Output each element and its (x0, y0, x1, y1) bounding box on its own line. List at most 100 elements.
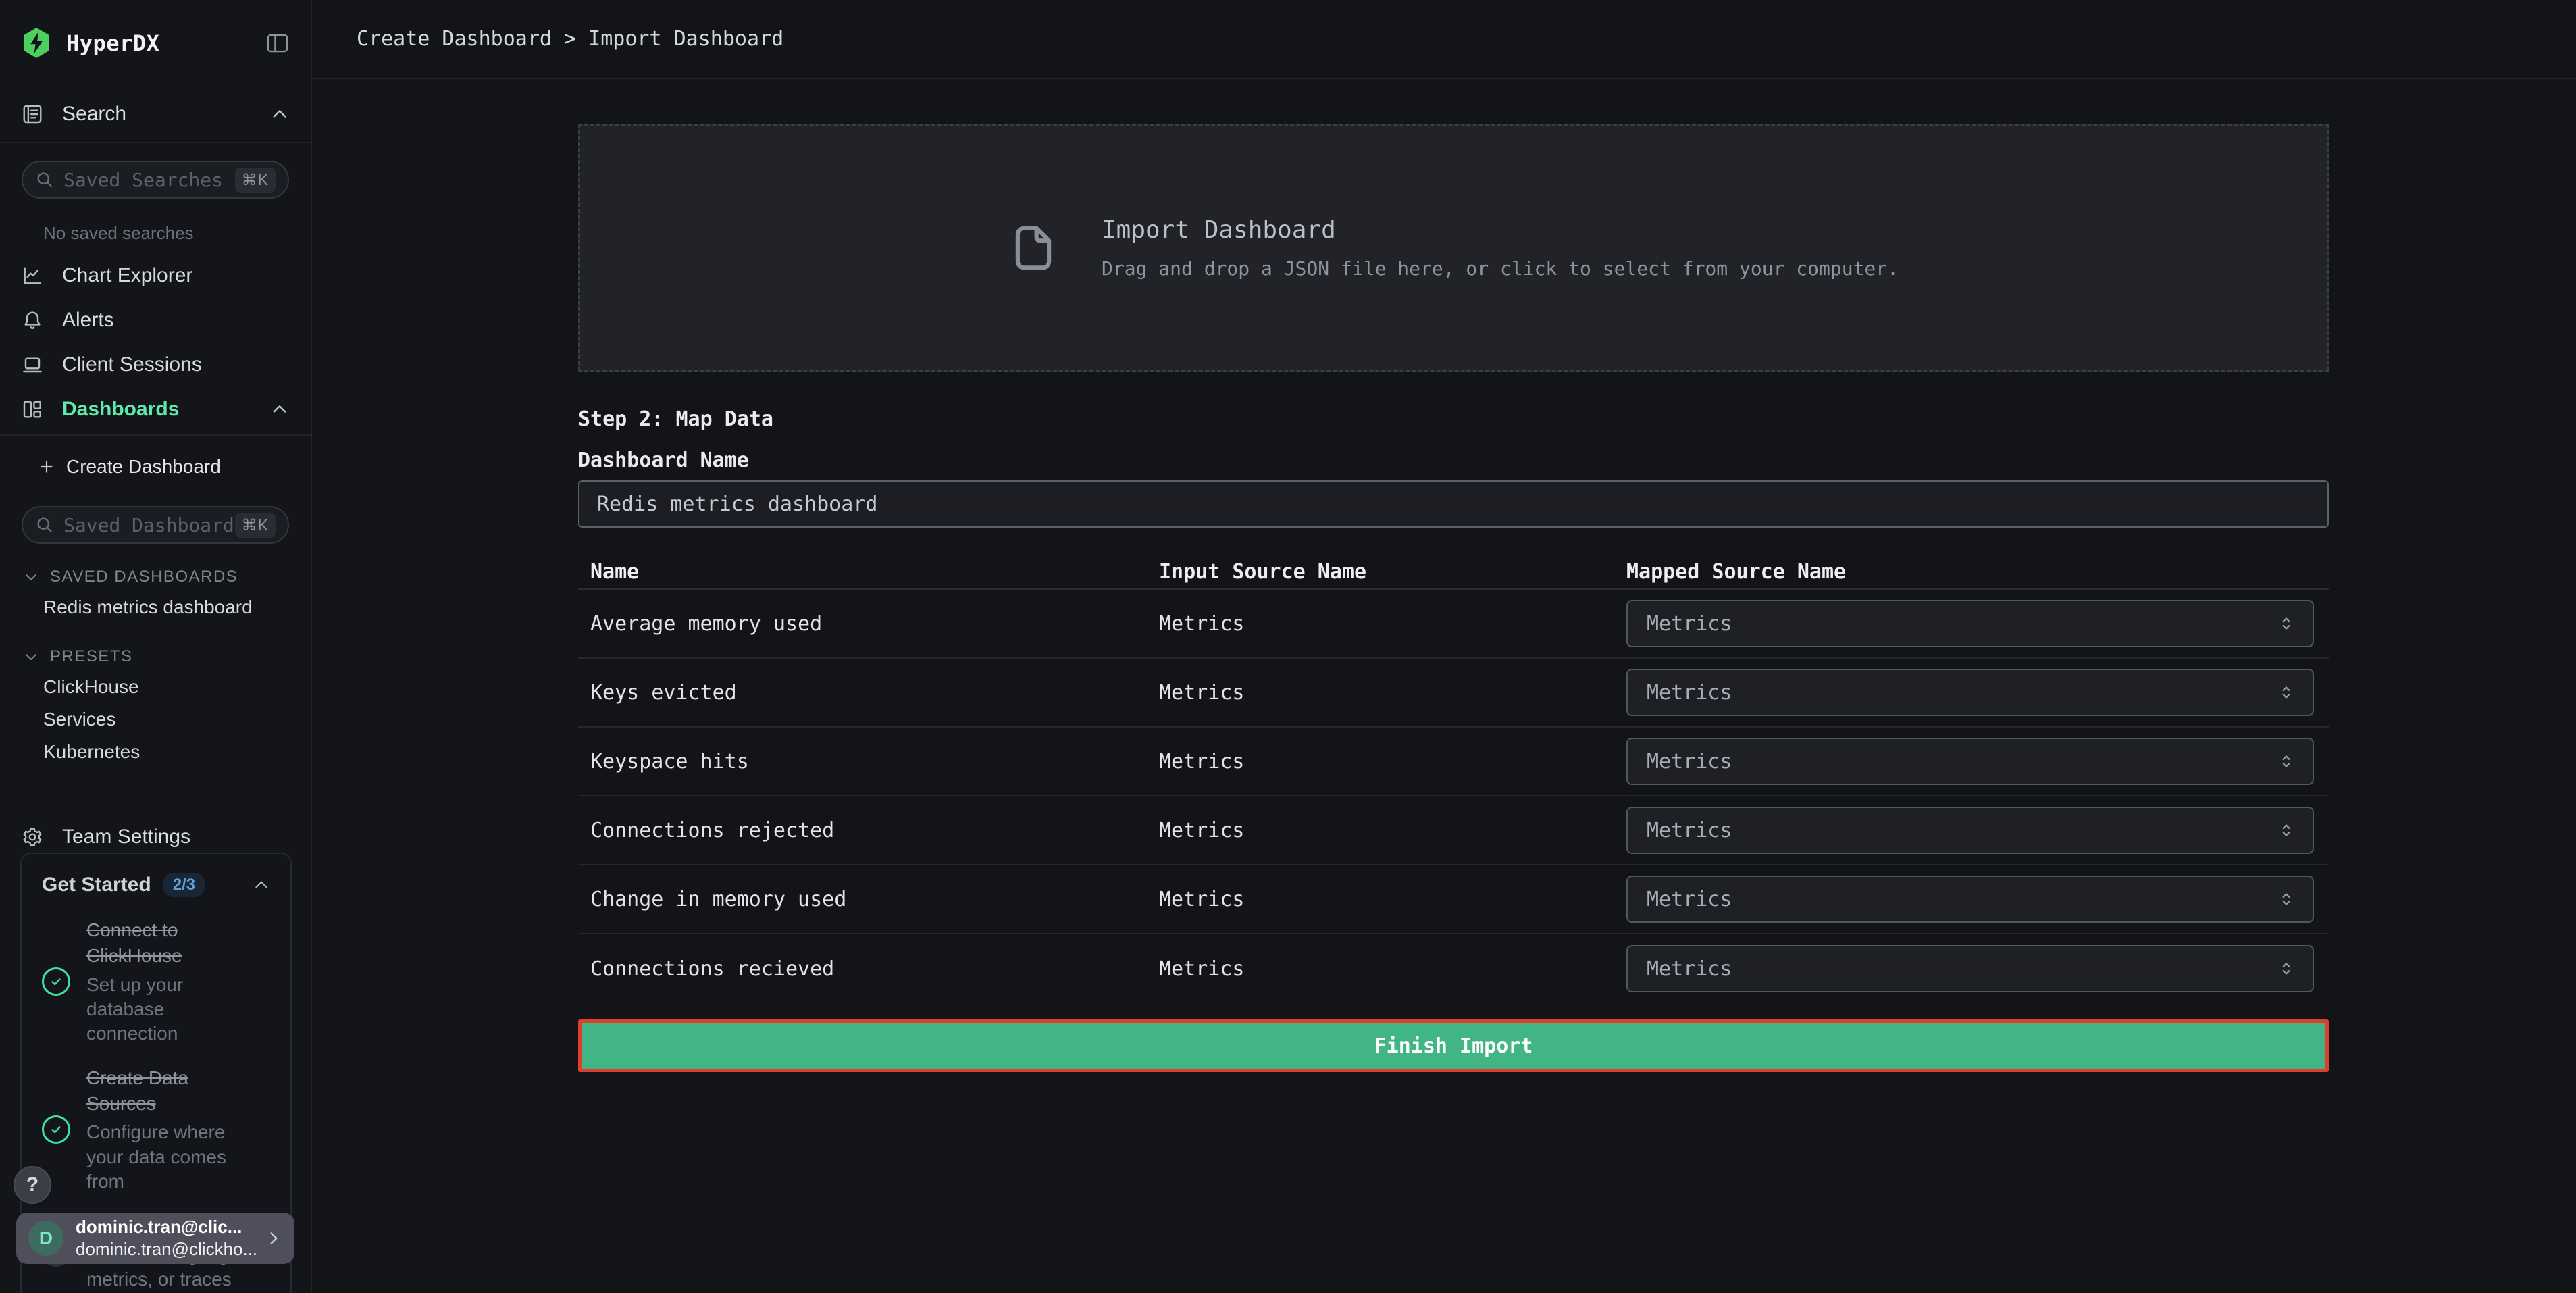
sidebar-item-chart-explorer[interactable]: Chart Explorer (0, 253, 311, 298)
nav-label: Client Sessions (62, 353, 202, 376)
table-row: Keys evicted Metrics Metrics (578, 659, 2329, 728)
bell-icon (22, 309, 43, 331)
sidebar-item-client-sessions[interactable]: Client Sessions (0, 343, 311, 387)
sidebar-nav: Chart Explorer Alerts Client Sessions Da… (0, 253, 311, 436)
item-subtitle: Set up your database connection (86, 973, 243, 1046)
presets-header[interactable]: PRESETS (0, 642, 311, 671)
select-chevrons-icon (2276, 611, 2296, 636)
select-chevrons-icon (2276, 749, 2296, 774)
layout-grid-icon (22, 399, 43, 420)
cell-input-source: Metrics (1159, 819, 1626, 842)
mapped-source-select[interactable]: Metrics (1626, 807, 2314, 854)
item-text: Connect to ClickHouse Set up your databa… (86, 917, 270, 1046)
saved-dashboards-header[interactable]: SAVED DASHBOARDS (0, 563, 311, 591)
mapped-source-select[interactable]: Metrics (1626, 945, 2314, 992)
select-value: Metrics (1647, 750, 2276, 774)
chevron-right-icon (265, 1229, 282, 1247)
cell-input-source: Metrics (1159, 681, 1626, 705)
sidebar-item-services-preset[interactable]: Services (0, 703, 311, 736)
mapped-source-select[interactable]: Metrics (1626, 876, 2314, 923)
nav-label: Dashboards (62, 398, 179, 421)
sidebar-item-redis-metrics-dashboard[interactable]: Redis metrics dashboard (0, 591, 311, 624)
cell-input-source: Metrics (1159, 957, 1626, 981)
mapped-source-select[interactable]: Metrics (1626, 738, 2314, 785)
table-row: Keyspace hits Metrics Metrics (578, 728, 2329, 796)
table-row: Change in memory used Metrics Metrics (578, 865, 2329, 934)
column-header-name: Name (578, 560, 1159, 584)
user-menu[interactable]: D dominic.tran@clic... dominic.tran@clic… (16, 1213, 294, 1264)
search-icon (35, 170, 54, 189)
dashboard-name-input[interactable] (578, 480, 2329, 528)
finish-import-button[interactable]: Finish Import (578, 1019, 2329, 1072)
saved-dashboards-input[interactable]: ⌘K (22, 506, 289, 544)
sidebar-item-clickhouse-preset[interactable]: ClickHouse (0, 671, 311, 703)
cell-name: Keyspace hits (578, 750, 1159, 774)
cell-name: Average memory used (578, 612, 1159, 636)
user-info: dominic.tran@clic... dominic.tran@clickh… (76, 1217, 265, 1260)
search-section-label: Search (62, 103, 126, 126)
table-row: Average memory used Metrics Metrics (578, 590, 2329, 659)
select-chevrons-icon (2276, 817, 2296, 843)
sidebar-item-kubernetes-preset[interactable]: Kubernetes (0, 736, 311, 768)
sidebar-item-alerts[interactable]: Alerts (0, 298, 311, 343)
step-title: Step 2: Map Data (578, 407, 2329, 431)
select-chevrons-icon (2276, 886, 2296, 912)
topbar: Create Dashboard > Import Dashboard (312, 0, 2576, 79)
mapped-source-select[interactable]: Metrics (1626, 600, 2314, 647)
user-email: dominic.tran@clickho... (76, 1239, 265, 1260)
create-dashboard-label: Create Dashboard (66, 456, 221, 478)
file-icon (1008, 217, 1058, 279)
get-started-item-connect[interactable]: Connect to ClickHouse Set up your databa… (42, 917, 270, 1046)
item-title: Create Data Sources (86, 1065, 243, 1117)
help-button[interactable]: ? (14, 1166, 51, 1204)
hyperdx-logo-icon (20, 26, 53, 60)
select-chevrons-icon (2276, 680, 2296, 705)
create-dashboard-button[interactable]: Create Dashboard (0, 445, 311, 488)
dropzone-text: Import Dashboard Drag and drop a JSON fi… (1102, 216, 1899, 280)
cell-input-source: Metrics (1159, 612, 1626, 636)
logo-row: HyperDX (0, 0, 311, 86)
sidebar-toggle-icon[interactable] (265, 32, 290, 55)
chevron-down-icon (23, 569, 39, 585)
dropzone-subtitle: Drag and drop a JSON file here, or click… (1102, 257, 1899, 280)
select-chevrons-icon (2276, 956, 2296, 982)
mapped-source-select[interactable]: Metrics (1626, 669, 2314, 716)
saved-dashboards-field[interactable] (63, 514, 235, 536)
file-dropzone[interactable]: Import Dashboard Drag and drop a JSON fi… (578, 124, 2329, 372)
get-started-header[interactable]: Get Started 2/3 (42, 871, 270, 898)
search-icon (35, 515, 54, 534)
item-text: Create Data Sources Configure where your… (86, 1065, 270, 1194)
icon-column (42, 1115, 70, 1144)
plus-icon (38, 458, 55, 476)
cell-name: Connections rejected (578, 819, 1159, 842)
dashboard-name-label: Dashboard Name (578, 449, 2329, 472)
table-row: Connections recieved Metrics Metrics (578, 934, 2329, 1003)
item-title: Connect to ClickHouse (86, 917, 243, 969)
cell-name: Change in memory used (578, 888, 1159, 911)
nav-label: Chart Explorer (62, 264, 192, 287)
saved-searches-field[interactable] (63, 169, 235, 191)
dropzone-title: Import Dashboard (1102, 216, 1899, 244)
icon-column (42, 967, 70, 996)
sidebar-section-search[interactable]: Search (0, 86, 311, 143)
chevron-up-icon[interactable] (270, 105, 289, 124)
select-value: Metrics (1647, 819, 2276, 842)
table-header-row: Name Input Source Name Mapped Source Nam… (578, 555, 2329, 590)
cell-name: Keys evicted (578, 681, 1159, 705)
chevron-down-icon (23, 649, 39, 665)
column-header-mapped-source: Mapped Source Name (1626, 560, 2329, 584)
line-chart-icon (22, 265, 43, 286)
get-started-item-data-sources[interactable]: Create Data Sources Configure where your… (42, 1065, 270, 1194)
app-root: HyperDX Search ⌘K No saved searches Char… (0, 0, 2576, 1293)
chevron-up-icon[interactable] (253, 876, 270, 894)
cell-name: Connections recieved (578, 957, 1159, 981)
saved-searches-input[interactable]: ⌘K (22, 161, 289, 199)
sidebar-item-dashboards[interactable]: Dashboards (0, 387, 311, 432)
divider (0, 434, 311, 436)
nav-label: Alerts (62, 309, 114, 332)
select-value: Metrics (1647, 681, 2276, 705)
chevron-up-icon[interactable] (270, 400, 289, 419)
main-area: Create Dashboard > Import Dashboard Impo… (312, 0, 2576, 1293)
kbd-shortcut: ⌘K (235, 513, 276, 538)
table-row: Connections rejected Metrics Metrics (578, 796, 2329, 865)
